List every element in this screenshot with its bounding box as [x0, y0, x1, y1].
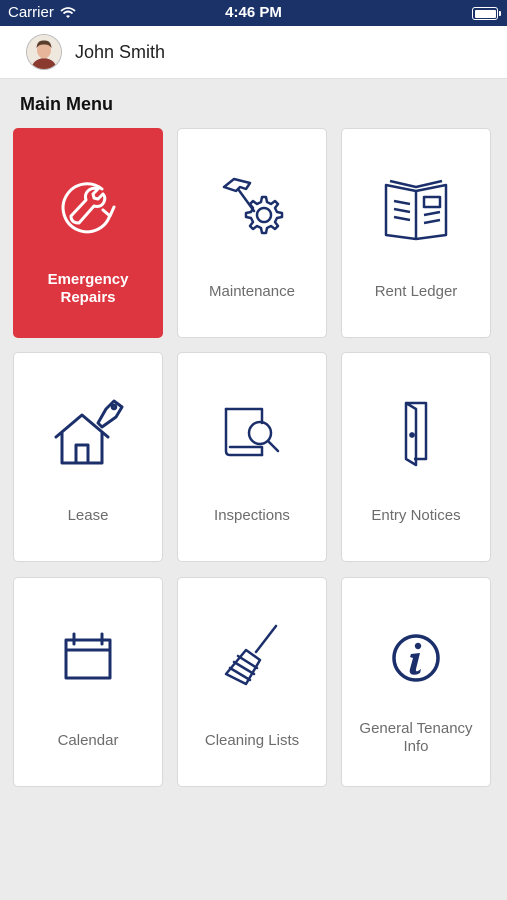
tile-label: Cleaning Lists — [204, 732, 300, 749]
tile-general-tenancy-info[interactable]: General Tenancy Info — [341, 577, 491, 787]
open-book-icon — [384, 179, 448, 241]
tile-lease[interactable]: Lease — [13, 352, 163, 562]
section-title: Main Menu — [20, 94, 113, 114]
avatar-image — [27, 35, 61, 69]
tile-inspections[interactable]: Inspections — [177, 352, 327, 562]
house-tag-icon — [54, 399, 124, 465]
wrench-refresh-icon — [61, 182, 116, 234]
user-name[interactable]: John Smith — [75, 42, 165, 63]
tile-label: Rent Ledger — [374, 283, 458, 300]
avatar[interactable] — [26, 34, 62, 70]
tile-label: General Tenancy Info — [359, 720, 473, 755]
tile-label: Calendar — [57, 732, 119, 749]
tile-calendar[interactable]: Calendar — [13, 577, 163, 787]
broom-icon — [224, 624, 278, 686]
book-magnifier-icon — [224, 407, 280, 457]
tile-entry-notices[interactable]: Entry Notices — [341, 352, 491, 562]
hammer-gear-icon — [222, 177, 284, 235]
clock: 4:46 PM — [225, 4, 282, 21]
status-bar: Carrier 4:46 PM — [0, 0, 507, 26]
info-icon — [392, 634, 440, 682]
tile-label: Entry Notices — [371, 507, 461, 524]
tile-maintenance[interactable]: Maintenance — [177, 128, 327, 338]
tile-label: Inspections — [214, 507, 290, 524]
battery-icon — [472, 7, 501, 20]
tile-label: Lease — [67, 507, 109, 524]
tile-rent-ledger[interactable]: Rent Ledger — [341, 128, 491, 338]
tile-label: Emergency Repairs — [47, 271, 129, 306]
tile-label: Maintenance — [209, 283, 295, 300]
tile-emergency-repairs[interactable]: Emergency Repairs — [13, 128, 163, 338]
open-door-icon — [404, 401, 428, 467]
calendar-icon — [64, 632, 112, 680]
tile-cleaning-lists[interactable]: Cleaning Lists — [177, 577, 327, 787]
user-header[interactable]: John Smith — [0, 26, 507, 79]
